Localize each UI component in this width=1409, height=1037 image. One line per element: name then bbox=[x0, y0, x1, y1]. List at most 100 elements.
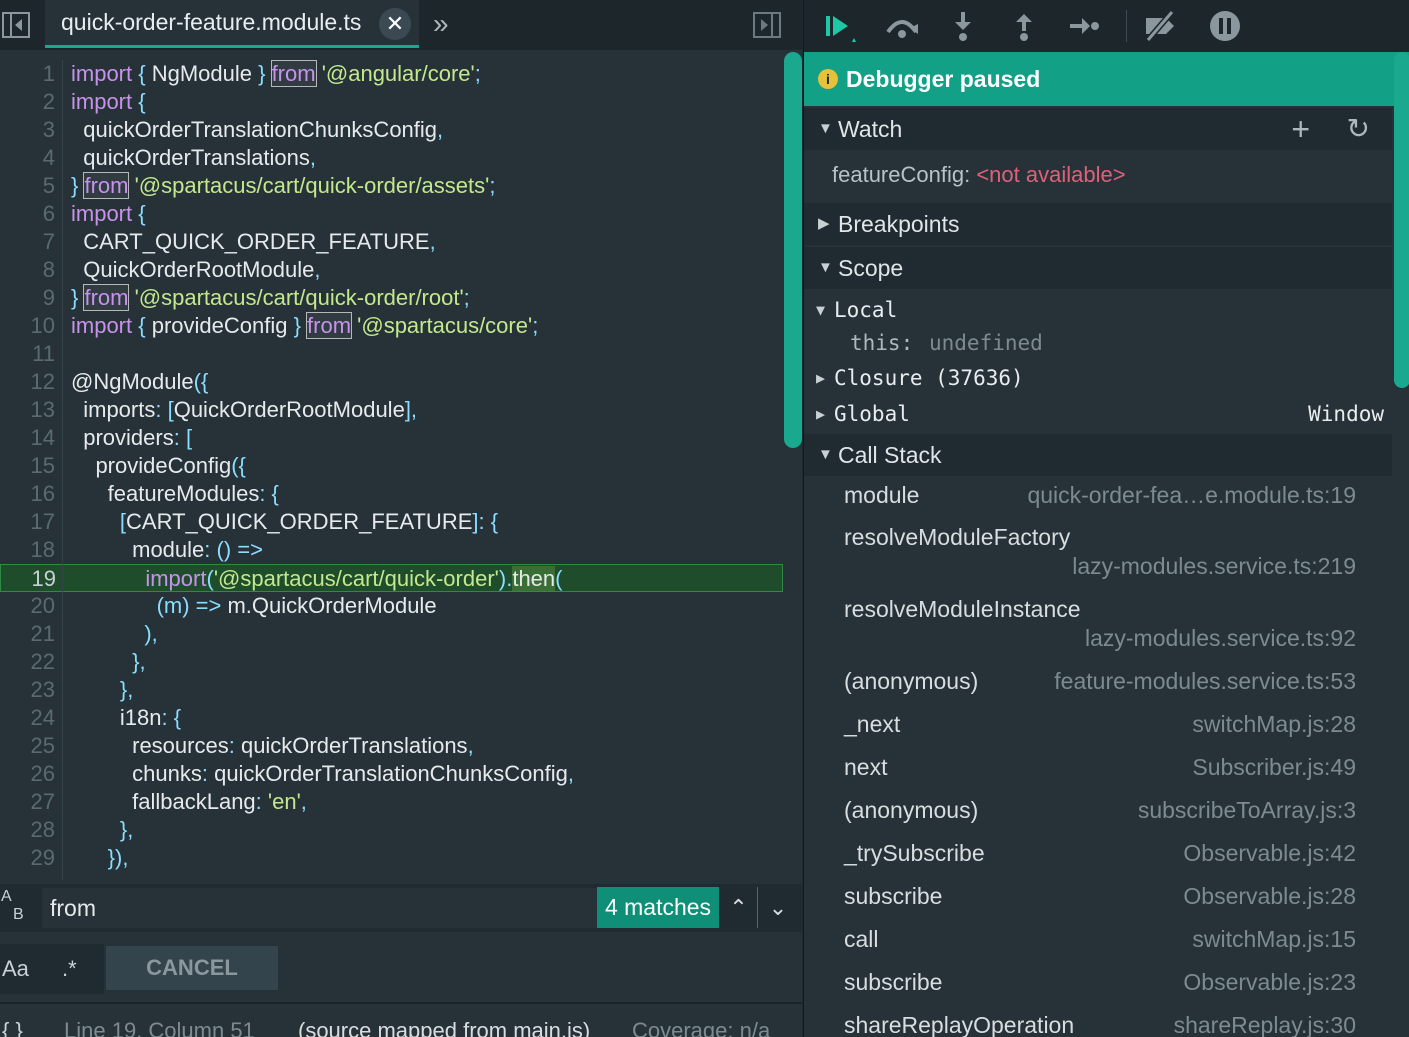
line-number[interactable]: 7 bbox=[0, 228, 55, 256]
call-stack-frame[interactable]: (anonymous) feature-modules.service.ts:53 bbox=[804, 664, 1392, 704]
code-line[interactable]: 23 }, bbox=[0, 676, 783, 704]
line-number[interactable]: 1 bbox=[0, 60, 55, 88]
source-map-link[interactable]: (source mapped from main.js) bbox=[298, 1018, 590, 1037]
line-number[interactable]: 5 bbox=[0, 172, 55, 200]
line-number[interactable]: 3 bbox=[0, 116, 55, 144]
line-number[interactable]: 16 bbox=[0, 480, 55, 508]
code-line[interactable]: 6 import { bbox=[0, 200, 783, 228]
add-watch-icon[interactable]: + bbox=[1291, 108, 1310, 150]
step-icon[interactable] bbox=[1066, 8, 1102, 44]
call-stack-frame[interactable]: _trySubscribe Observable.js:42 bbox=[804, 836, 1392, 876]
frame-location[interactable]: lazy-modules.service.ts:92 bbox=[1085, 625, 1356, 652]
code-line[interactable]: 11 bbox=[0, 340, 783, 368]
line-number[interactable]: 11 bbox=[0, 340, 55, 368]
code-line[interactable]: 29 }), bbox=[0, 844, 783, 872]
code-line[interactable]: 26 chunks: quickOrderTranslationChunksCo… bbox=[0, 760, 783, 788]
line-number[interactable]: 8 bbox=[0, 256, 55, 284]
scope-closure[interactable]: ▶ Closure (37636) bbox=[804, 361, 1392, 395]
line-number[interactable]: 22 bbox=[0, 648, 55, 676]
pause-on-exceptions-icon[interactable] bbox=[1207, 8, 1243, 44]
frame-location[interactable]: switchMap.js:15 bbox=[1192, 926, 1356, 953]
step-into-icon[interactable] bbox=[945, 8, 981, 44]
match-case-toggle[interactable]: Aa bbox=[0, 944, 104, 994]
frame-location[interactable]: Observable.js:42 bbox=[1183, 840, 1356, 867]
scope-global[interactable]: ▶ Global Window bbox=[804, 397, 1392, 431]
call-stack-frame[interactable]: shareReplayOperation shareReplay.js:30 bbox=[804, 1008, 1392, 1037]
code-line[interactable]: 16 featureModules: { bbox=[0, 480, 783, 508]
code-line[interactable]: 22 }, bbox=[0, 648, 783, 676]
code-line[interactable]: 7 CART_QUICK_ORDER_FEATURE, bbox=[0, 228, 783, 256]
scope-local[interactable]: ▼ Local bbox=[804, 293, 1392, 327]
call-stack-frame[interactable]: resolveModuleFactory lazy-modules.service… bbox=[804, 520, 1392, 592]
code-editor[interactable]: 1 import { NgModule } from '@angular/core… bbox=[0, 60, 800, 880]
frame-location[interactable]: Observable.js:23 bbox=[1183, 969, 1356, 996]
next-match-button[interactable]: ⌄ bbox=[759, 887, 797, 928]
code-line[interactable]: 13 imports: [QuickOrderRootModule], bbox=[0, 396, 783, 424]
code-line[interactable]: 5} from '@spartacus/cart/quick-order/ass… bbox=[0, 172, 783, 200]
call-stack-frame[interactable]: (anonymous) subscribeToArray.js:3 bbox=[804, 793, 1392, 833]
frame-location[interactable]: quick-order-fea…e.module.ts:19 bbox=[1027, 482, 1356, 509]
code-line[interactable]: 15 provideConfig({ bbox=[0, 452, 783, 480]
code-line[interactable]: 1 import { NgModule } from '@angular/core… bbox=[0, 60, 783, 88]
call-stack-frame[interactable]: resolveModuleInstance lazy-modules.servic… bbox=[804, 592, 1392, 664]
line-number[interactable]: 21 bbox=[0, 620, 55, 648]
line-number[interactable]: 18 bbox=[0, 536, 55, 564]
line-number[interactable]: 13 bbox=[0, 396, 55, 424]
call-stack-frame[interactable]: _next switchMap.js:28 bbox=[804, 707, 1392, 747]
step-over-icon[interactable] bbox=[884, 8, 920, 44]
code-line[interactable]: 24 i18n: { bbox=[0, 704, 783, 732]
line-number[interactable]: 6 bbox=[0, 200, 55, 228]
resume-icon[interactable] bbox=[820, 8, 856, 44]
code-line[interactable]: 14 providers: [ bbox=[0, 424, 783, 452]
line-number[interactable]: 27 bbox=[0, 788, 55, 816]
code-line[interactable]: 20 (m) => m.QuickOrderModule bbox=[0, 592, 783, 620]
code-line[interactable]: 12 @NgModule({ bbox=[0, 368, 783, 396]
call-stack-frame[interactable]: subscribe Observable.js:23 bbox=[804, 965, 1392, 1005]
more-tabs-icon[interactable]: » bbox=[433, 8, 449, 40]
whole-word-icon[interactable]: A B bbox=[0, 888, 42, 928]
code-line[interactable]: 27 fallbackLang: 'en', bbox=[0, 788, 783, 816]
code-line[interactable]: 18 module: () => bbox=[0, 536, 783, 564]
toggle-navigator-icon[interactable] bbox=[2, 12, 30, 38]
call-stack-frame[interactable]: module quick-order-fea…e.module.ts:19 bbox=[804, 478, 1392, 518]
line-number[interactable]: 29 bbox=[0, 844, 55, 872]
line-number[interactable]: 19 bbox=[1, 565, 56, 593]
line-number[interactable]: 9 bbox=[0, 284, 55, 312]
cancel-search-button[interactable]: CANCEL bbox=[106, 946, 278, 990]
line-number[interactable]: 23 bbox=[0, 676, 55, 704]
sidebar-scrollbar[interactable] bbox=[1394, 52, 1409, 388]
code-line[interactable]: 17 [CART_QUICK_ORDER_FEATURE]: { bbox=[0, 508, 783, 536]
frame-location[interactable]: feature-modules.service.ts:53 bbox=[1054, 668, 1356, 695]
close-tab-icon[interactable]: ✕ bbox=[379, 8, 411, 40]
scope-variable-this[interactable]: this: undefined bbox=[804, 326, 1392, 360]
call-stack-section-header[interactable]: ▼ Call Stack bbox=[804, 434, 1392, 476]
frame-location[interactable]: switchMap.js:28 bbox=[1192, 711, 1356, 738]
code-line[interactable]: 28 }, bbox=[0, 816, 783, 844]
code-line[interactable]: 3 quickOrderTranslationChunksConfig, bbox=[0, 116, 783, 144]
code-line[interactable]: 9} from '@spartacus/cart/quick-order/roo… bbox=[0, 284, 783, 312]
line-number[interactable]: 25 bbox=[0, 732, 55, 760]
search-input[interactable]: from bbox=[42, 888, 598, 928]
line-number[interactable]: 4 bbox=[0, 144, 55, 172]
toggle-debugger-sidebar-icon[interactable] bbox=[753, 12, 781, 38]
frame-location[interactable]: shareReplay.js:30 bbox=[1174, 1012, 1356, 1037]
frame-location[interactable]: lazy-modules.service.ts:219 bbox=[1072, 553, 1356, 580]
line-number[interactable]: 26 bbox=[0, 760, 55, 788]
code-line-current[interactable]: 19 import('@spartacus/cart/quick-order')… bbox=[0, 564, 783, 592]
line-number[interactable]: 12 bbox=[0, 368, 55, 396]
code-line[interactable]: 2 import { bbox=[0, 88, 783, 116]
line-number[interactable]: 10 bbox=[0, 312, 55, 340]
line-number[interactable]: 20 bbox=[0, 592, 55, 620]
line-number[interactable]: 2 bbox=[0, 88, 55, 116]
breakpoints-section-header[interactable]: ▶ Breakpoints bbox=[804, 203, 1392, 245]
scope-section-header[interactable]: ▼ Scope bbox=[804, 247, 1392, 289]
regex-toggle[interactable]: .* bbox=[62, 944, 77, 994]
call-stack-frame[interactable]: call switchMap.js:15 bbox=[804, 922, 1392, 962]
code-line[interactable]: 21 ), bbox=[0, 620, 783, 648]
watch-expression[interactable]: featureConfig: <not available> bbox=[804, 150, 1392, 200]
step-out-icon[interactable] bbox=[1006, 8, 1042, 44]
frame-location[interactable]: Observable.js:28 bbox=[1183, 883, 1356, 910]
line-number[interactable]: 15 bbox=[0, 452, 55, 480]
pretty-print-button[interactable]: { } bbox=[2, 1018, 23, 1037]
code-line[interactable]: 25 resources: quickOrderTranslations, bbox=[0, 732, 783, 760]
